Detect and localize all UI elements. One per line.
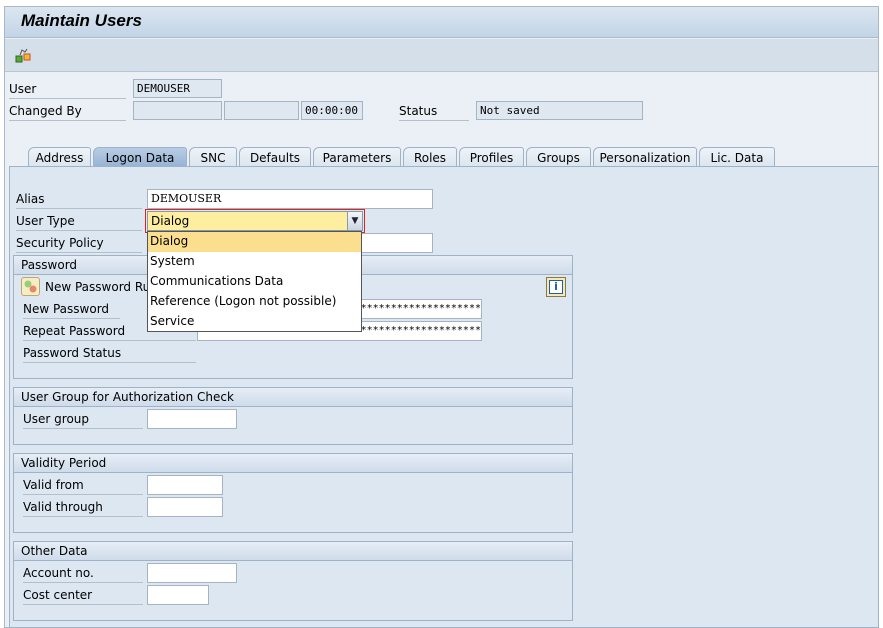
user-group-label: User group [23, 409, 143, 429]
account-no-label: Account no. [23, 563, 143, 583]
tab-personalization[interactable]: Personalization [593, 147, 697, 167]
changed-date-field [224, 101, 299, 120]
tab-profiles[interactable]: Profiles [459, 147, 524, 167]
password-status-label: Password Status [23, 343, 196, 363]
valid-through-label: Valid through [23, 497, 143, 517]
option-communications-data[interactable]: Communications Data [148, 272, 361, 292]
other-hierarchy-icon[interactable] [15, 47, 33, 63]
option-dialog[interactable]: Dialog [148, 232, 361, 252]
auth-group-title: User Group for Authorization Check [14, 388, 572, 407]
tab-roles[interactable]: Roles [403, 147, 457, 167]
tab-parameters[interactable]: Parameters [313, 147, 401, 167]
alias-label: Alias [16, 189, 142, 209]
account-no-input[interactable] [147, 563, 237, 583]
user-type-label: User Type [16, 211, 142, 231]
status-label: Status [399, 101, 469, 121]
user-type-select[interactable]: Dialog ▼ [147, 211, 363, 231]
info-icon[interactable]: i [546, 277, 566, 297]
new-password-label: New Password [23, 299, 120, 319]
tab-groups[interactable]: Groups [526, 147, 591, 167]
valid-from-input[interactable] [147, 475, 223, 495]
other-data-group-title: Other Data [14, 542, 572, 561]
tab-defaults[interactable]: Defaults [239, 147, 311, 167]
toolbar [5, 39, 878, 72]
valid-through-input[interactable] [147, 497, 223, 517]
changed-time-field: 00:00:00 [301, 101, 363, 120]
user-group-input[interactable] [147, 409, 237, 429]
alias-input[interactable]: DEMOUSER [147, 189, 433, 209]
tab-address[interactable]: Address [28, 147, 91, 167]
changed-by-label: Changed By [9, 101, 126, 121]
user-label: User [9, 79, 126, 99]
valid-from-label: Valid from [23, 475, 143, 495]
changed-by-field [133, 101, 222, 120]
security-policy-label: Security Policy [16, 233, 142, 253]
status-field: Not saved [476, 101, 643, 120]
validity-group-title: Validity Period [14, 454, 572, 473]
user-type-value: Dialog [151, 214, 190, 228]
option-system[interactable]: System [148, 252, 361, 272]
cost-center-input[interactable] [147, 585, 209, 605]
page-title: Maintain Users [21, 11, 142, 30]
user-type-dropdown: Dialog System Communications Data Refere… [147, 231, 362, 332]
option-reference[interactable]: Reference (Logon not possible) [148, 292, 361, 312]
password-rule-icon[interactable] [21, 277, 40, 296]
chevron-down-icon[interactable]: ▼ [347, 212, 362, 230]
cost-center-label: Cost center [23, 585, 143, 605]
tab-logon-data[interactable]: Logon Data [93, 147, 187, 167]
title-bar: Maintain Users [5, 7, 878, 38]
option-service[interactable]: Service [148, 312, 361, 332]
new-password-rule-button[interactable]: New Password Rule [45, 280, 161, 294]
tab-lic-data[interactable]: Lic. Data [699, 147, 775, 167]
user-field: DEMOUSER [133, 79, 222, 98]
tab-snc[interactable]: SNC [189, 147, 237, 167]
